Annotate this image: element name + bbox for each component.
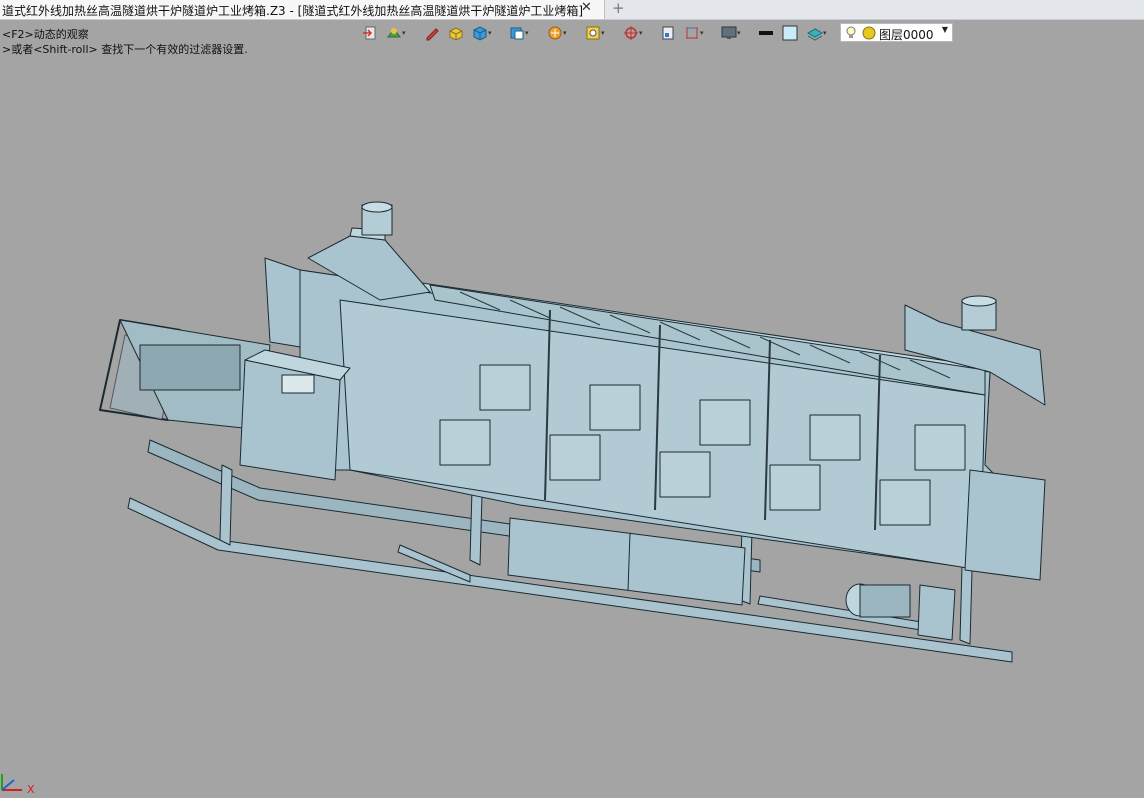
tab-title: 道式红外线加热丝高温隧道烘干炉隧道炉工业烤箱.Z3 - [隧道式红外线加热丝高温… (2, 4, 583, 18)
color-swatch-icon[interactable] (780, 22, 806, 44)
lightbulb-icon (846, 26, 856, 38)
color-dot-icon (862, 26, 876, 40)
view-cube-icon[interactable]: ▾ (507, 22, 533, 44)
plus-icon[interactable]: + (612, 0, 625, 17)
document-tab[interactable]: 道式红外线加热丝高温隧道烘干炉隧道炉工业烤箱.Z3 - [隧道式红外线加热丝高温… (0, 0, 605, 19)
sheet-icon[interactable] (658, 22, 684, 44)
prompt-line-1: <F2>动态的观察 (2, 28, 89, 41)
pick-icon[interactable]: ▾ (583, 22, 609, 44)
filter-icon[interactable]: ▾ (545, 22, 571, 44)
shading-icon[interactable] (446, 22, 472, 44)
cube-icon[interactable]: ▾ (470, 22, 496, 44)
close-icon[interactable]: ✕ (581, 0, 592, 15)
layer-stack-icon[interactable]: ▾ (805, 22, 831, 44)
dimension-icon[interactable]: ▾ (682, 22, 708, 44)
tab-bar: 道式红外线加热丝高温隧道烘干炉隧道炉工业烤箱.Z3 - [隧道式红外线加热丝高温… (0, 0, 1144, 20)
layer-name: 图层0000 (879, 28, 934, 42)
prompt-line-2: >或者<Shift-roll> 查找下一个有效的过滤器设置. (2, 43, 248, 56)
exit-icon[interactable] (360, 22, 386, 44)
line-weight-icon[interactable] (756, 22, 782, 44)
monitor-icon[interactable]: ▾ (719, 22, 745, 44)
pen-icon[interactable] (422, 22, 448, 44)
3d-viewport[interactable] (0, 60, 1144, 794)
layer-selector[interactable]: 图层0000 ▼ (840, 23, 953, 42)
tunnel-oven-model (99, 201, 1046, 663)
chevron-down-icon[interactable]: ▼ (942, 25, 948, 34)
axis-triad-icon: X (1, 774, 35, 794)
svg-text:X: X (27, 783, 35, 794)
target-icon[interactable]: ▾ (621, 22, 647, 44)
display-mode-icon[interactable]: ▾ (384, 22, 410, 44)
